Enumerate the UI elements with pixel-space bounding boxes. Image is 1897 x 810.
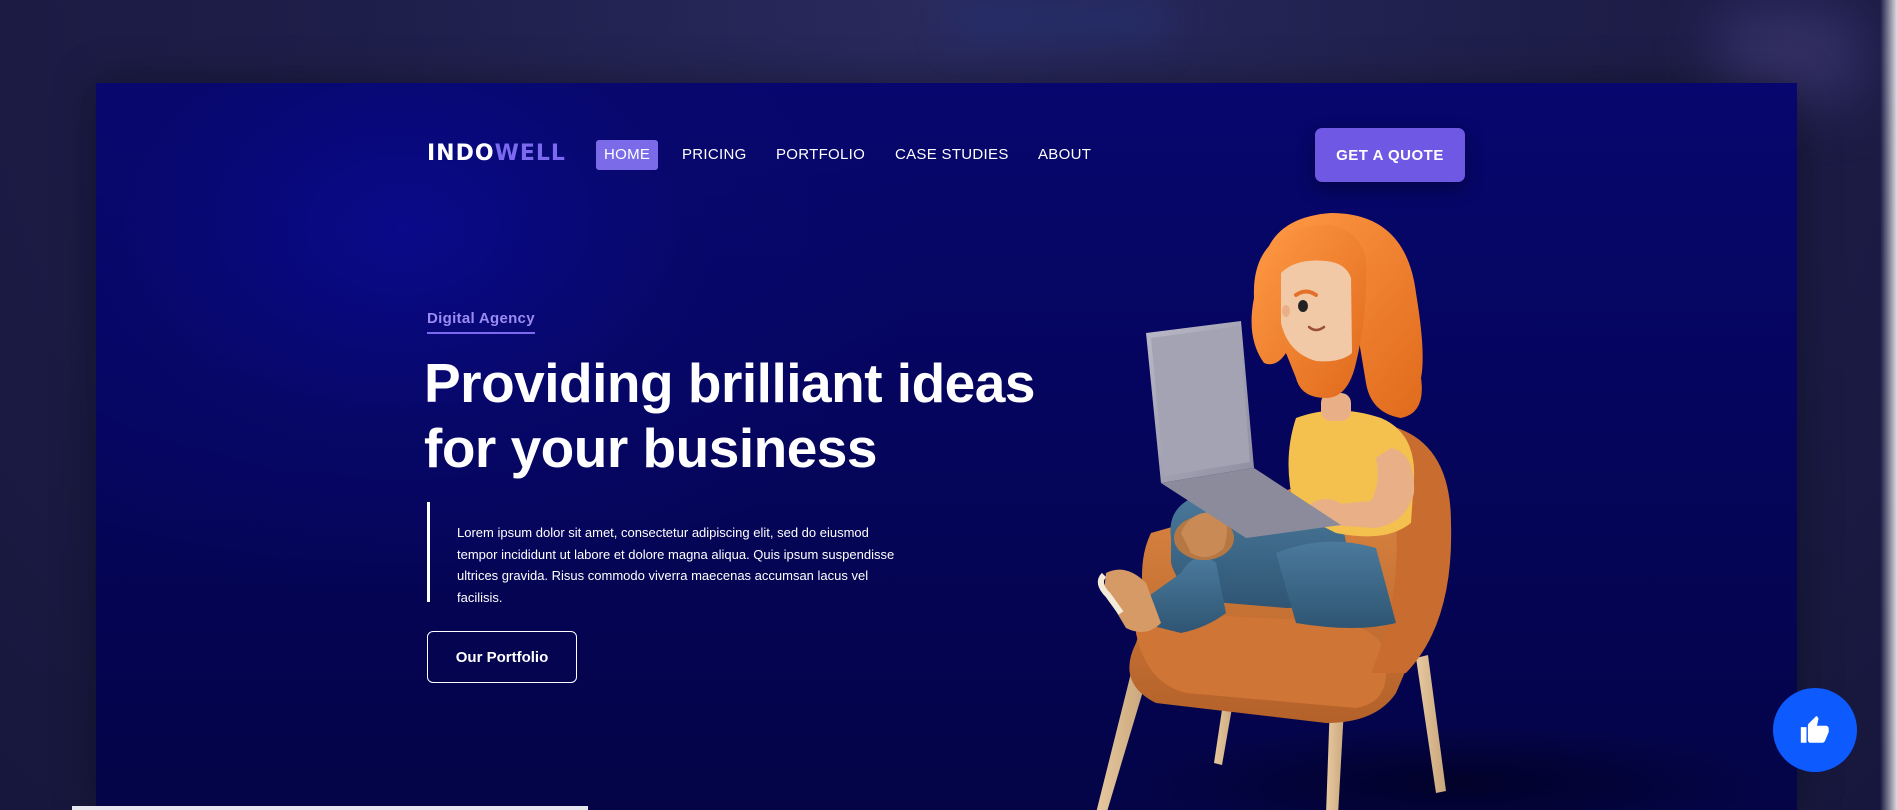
hero-quote-block: Lorem ipsum dolor sit amet, consectetur … — [427, 502, 900, 605]
hero-section: INDOWELL HOME PRICING PORTFOLIO CASE STU… — [96, 83, 1797, 810]
window-edge — [1880, 0, 1897, 810]
logo-part-1: INDO — [427, 141, 495, 166]
nav-item-home[interactable]: HOME — [596, 140, 659, 170]
page-scroll-indicator — [72, 806, 588, 810]
hero-eyebrow: Digital Agency — [427, 310, 535, 334]
hero-illustration — [1096, 213, 1452, 810]
nav-item-pricing[interactable]: PRICING — [682, 140, 747, 170]
nav-item-portfolio[interactable]: PORTFOLIO — [776, 140, 865, 170]
backdrop-blur — [950, 0, 1170, 40]
headline-line-1: Providing brilliant ideas — [424, 352, 1035, 414]
hero-body-text: Lorem ipsum dolor sit amet, consectetur … — [457, 525, 895, 605]
logo-part-2: WELL — [494, 141, 566, 166]
nav-item-case-studies[interactable]: CASE STUDIES — [895, 140, 1009, 170]
like-button[interactable] — [1773, 688, 1857, 772]
nav-item-about[interactable]: ABOUT — [1038, 140, 1091, 170]
brand-logo[interactable]: INDOWELL — [427, 141, 566, 166]
headline-line-2: for your business — [424, 417, 877, 479]
thumbs-up-icon — [1800, 715, 1829, 743]
get-a-quote-button[interactable]: GET A QUOTE — [1315, 128, 1465, 182]
our-portfolio-button[interactable]: Our Portfolio — [427, 631, 577, 683]
